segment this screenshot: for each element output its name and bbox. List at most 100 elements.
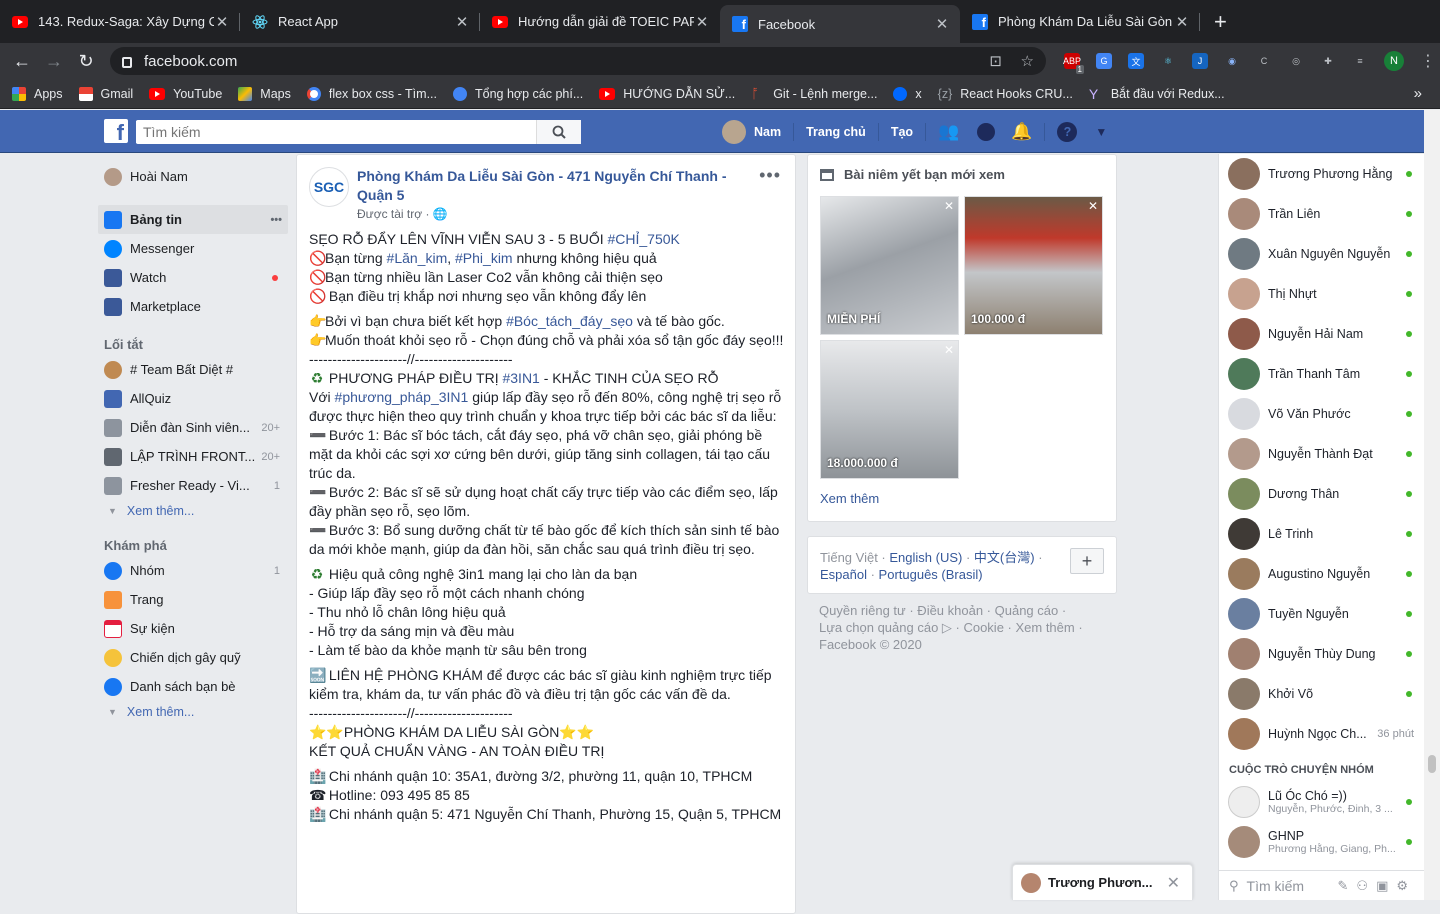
messenger-icon[interactable] — [977, 122, 996, 141]
facebook-logo[interactable]: f — [104, 119, 128, 143]
sidebar-profile[interactable]: Hoài Nam — [98, 162, 288, 191]
see-more-shortcuts[interactable]: ▼ Xem thêm... — [98, 500, 288, 522]
create-link[interactable]: Tạo — [891, 125, 913, 139]
browser-tab[interactable]: f Phòng Khám Da Liễu Sài Gòn - ✕ — [960, 4, 1200, 39]
hashtag-link[interactable]: #Phi_kim — [455, 250, 513, 266]
browser-tab[interactable]: React App ✕ — [240, 4, 480, 39]
group-chat-item[interactable]: Lũ Óc Chó =)) Nguyễn, Phước, Đinh, 3 ... — [1219, 782, 1424, 822]
sidebar-item-news-feed[interactable]: Bảng tin ••• — [98, 205, 288, 234]
footer-links[interactable]: Quyền riêng tư · Điều khoản · Quảng cáo … — [819, 602, 1105, 619]
sidebar-item-friend-lists[interactable]: Danh sách bạn bè — [98, 672, 288, 701]
bookmark-star-icon[interactable]: ☆ — [1021, 52, 1034, 70]
shortcut-item[interactable]: Fresher Ready - Vi... 1 — [98, 471, 288, 500]
bookmark-redux[interactable]: Y Bắt đầu với Redux... — [1089, 87, 1225, 101]
language-link[interactable]: Español — [820, 567, 867, 582]
target-icon[interactable]: ◎ — [1288, 53, 1304, 69]
contact-item[interactable]: Huỳnh Ngọc Ch... 36 phút — [1219, 714, 1424, 754]
open-chat-tab[interactable]: Trương Phươn... ✕ — [1012, 864, 1193, 900]
see-more-link[interactable]: Xem thêm — [820, 491, 879, 506]
chat-search[interactable]: ⚲ Tìm kiếm ✎⚇▣⚙ — [1219, 870, 1424, 900]
page-name-link[interactable]: Phòng Khám Da Liễu Sài Gòn - 471 Nguyễn … — [357, 167, 737, 205]
media-icon[interactable]: ≡ — [1352, 53, 1368, 69]
contact-item[interactable]: Nguyễn Thùy Dung — [1219, 634, 1424, 674]
translate-icon[interactable]: ⊡ — [989, 52, 1002, 70]
css-icon[interactable]: C — [1256, 53, 1272, 69]
contact-item[interactable]: Augustino Nguyễn — [1219, 554, 1424, 594]
contact-item[interactable]: Khởi Võ — [1219, 674, 1424, 714]
notifications-icon[interactable]: 🔔 — [1011, 122, 1032, 142]
bookmark-fees[interactable]: Tổng hợp các phí... — [452, 86, 583, 101]
bookmark-react-hooks[interactable]: {z} React Hooks CRU... — [938, 87, 1073, 101]
adblock-icon[interactable]: ABP 1 — [1063, 53, 1084, 74]
new-tab-button[interactable]: + — [1214, 9, 1227, 35]
profile-avatar[interactable]: N — [1384, 51, 1404, 71]
language-link[interactable]: English (US) — [889, 550, 962, 565]
close-icon[interactable]: ✕ — [1167, 873, 1180, 893]
help-icon[interactable]: ? — [1057, 121, 1078, 142]
bookmark-gmail[interactable]: Gmail — [78, 86, 133, 101]
contact-item[interactable]: Thị Nhựt — [1219, 274, 1424, 314]
bookmark-google[interactable]: flex box css - Tìm... — [306, 86, 437, 101]
puzzle-icon[interactable]: ✚ — [1320, 53, 1336, 69]
jira-icon[interactable]: J — [1192, 53, 1208, 69]
contact-item[interactable]: Nguyễn Thành Đạt — [1219, 434, 1424, 474]
sidebar-item-watch[interactable]: Watch — [98, 263, 288, 292]
contact-item[interactable]: Trương Phương Hằng — [1219, 154, 1424, 194]
hashtag-link[interactable]: #Lăn_kim — [387, 250, 448, 266]
close-icon[interactable]: ✕ — [1088, 199, 1098, 213]
bookmark-maps[interactable]: Maps — [238, 86, 291, 101]
close-icon[interactable]: ✕ — [934, 15, 950, 33]
listing-card[interactable]: ✕ 18.000.000 đ — [820, 340, 959, 479]
chat-options-icon[interactable]: ✎⚇▣⚙ — [1338, 878, 1416, 894]
hashtag-link[interactable]: #phương_pháp_3IN1 — [335, 389, 469, 405]
bookmark-apps[interactable]: Apps — [12, 86, 63, 101]
close-icon[interactable]: ✕ — [1174, 13, 1190, 31]
page-logo[interactable]: SGC — [309, 167, 349, 207]
add-language-button[interactable]: + — [1070, 548, 1104, 574]
see-more-explore[interactable]: ▼ Xem thêm... — [98, 701, 288, 723]
shortcut-item[interactable]: # Team Bất Diệt # — [98, 355, 288, 384]
forward-icon[interactable]: → — [38, 51, 70, 72]
scrollbar[interactable] — [1424, 110, 1440, 900]
listing-card[interactable]: ✕ MIỄN PHÍ — [820, 196, 959, 335]
group-chat-item[interactable]: GHNP Phương Hằng, Giang, Ph... — [1219, 822, 1424, 862]
contact-item[interactable]: Trần Liên — [1219, 194, 1424, 234]
hashtag-link[interactable]: #CHỈ_750K — [608, 231, 680, 247]
contact-item[interactable]: Tuyền Nguyễn — [1219, 594, 1424, 634]
menu-kebab-icon[interactable]: ⋮ — [1420, 53, 1436, 70]
friends-icon[interactable]: 👥 — [938, 122, 959, 142]
compass-icon[interactable]: ◉ — [1224, 53, 1240, 69]
sidebar-item-groups[interactable]: Nhóm 1 — [98, 556, 288, 585]
browser-tab[interactable]: Hướng dẫn giải đề TOEIC PART ✕ — [480, 4, 720, 39]
google-translate-icon[interactable]: G — [1096, 53, 1112, 69]
sidebar-item-marketplace[interactable]: Marketplace — [98, 292, 288, 321]
shortcut-item[interactable]: Diễn đàn Sinh viên... 20+ — [98, 413, 288, 442]
bookmarks-overflow[interactable]: » — [1414, 85, 1422, 102]
bookmark-guide[interactable]: HƯỚNG DẪN SỬ... — [599, 87, 735, 101]
react-devtools-icon[interactable]: ⚛ — [1160, 53, 1176, 69]
sidebar-item-messenger[interactable]: Messenger — [98, 234, 288, 263]
bookmark-git[interactable]: ᚩ Git - Lệnh merge... — [751, 86, 877, 101]
close-icon[interactable]: ✕ — [214, 13, 230, 31]
sidebar-item-fundraisers[interactable]: Chiến dịch gây quỹ — [98, 643, 288, 672]
hashtag-link[interactable]: #3IN1 — [502, 370, 539, 386]
more-options-icon[interactable]: ••• — [270, 214, 282, 226]
contact-item[interactable]: Võ Văn Phước — [1219, 394, 1424, 434]
back-icon[interactable]: ← — [6, 51, 38, 72]
dictionary-icon[interactable]: 文 — [1128, 53, 1144, 69]
language-link[interactable]: 中文(台灣) — [974, 550, 1035, 565]
avatar[interactable] — [722, 119, 746, 144]
browser-tab[interactable]: 143. Redux-Saga: Xây Dựng Cl ✕ — [0, 4, 240, 39]
close-icon[interactable]: ✕ — [944, 199, 954, 213]
bookmark-youtube[interactable]: YouTube — [149, 87, 222, 101]
address-bar[interactable]: facebook.com ☆ ⊡ — [110, 47, 1046, 75]
close-icon[interactable]: ✕ — [454, 13, 470, 31]
browser-tab-active[interactable]: f Facebook ✕ — [720, 5, 960, 43]
reload-icon[interactable]: ↻ — [70, 51, 102, 72]
sidebar-item-pages[interactable]: Trang — [98, 585, 288, 614]
contact-item[interactable]: Xuân Nguyên Nguyễn — [1219, 234, 1424, 274]
home-link[interactable]: Trang chủ — [806, 125, 866, 139]
profile-link[interactable]: Nam — [754, 125, 781, 139]
close-icon[interactable]: ✕ — [694, 13, 710, 31]
sidebar-item-events[interactable]: Sự kiện — [98, 614, 288, 643]
